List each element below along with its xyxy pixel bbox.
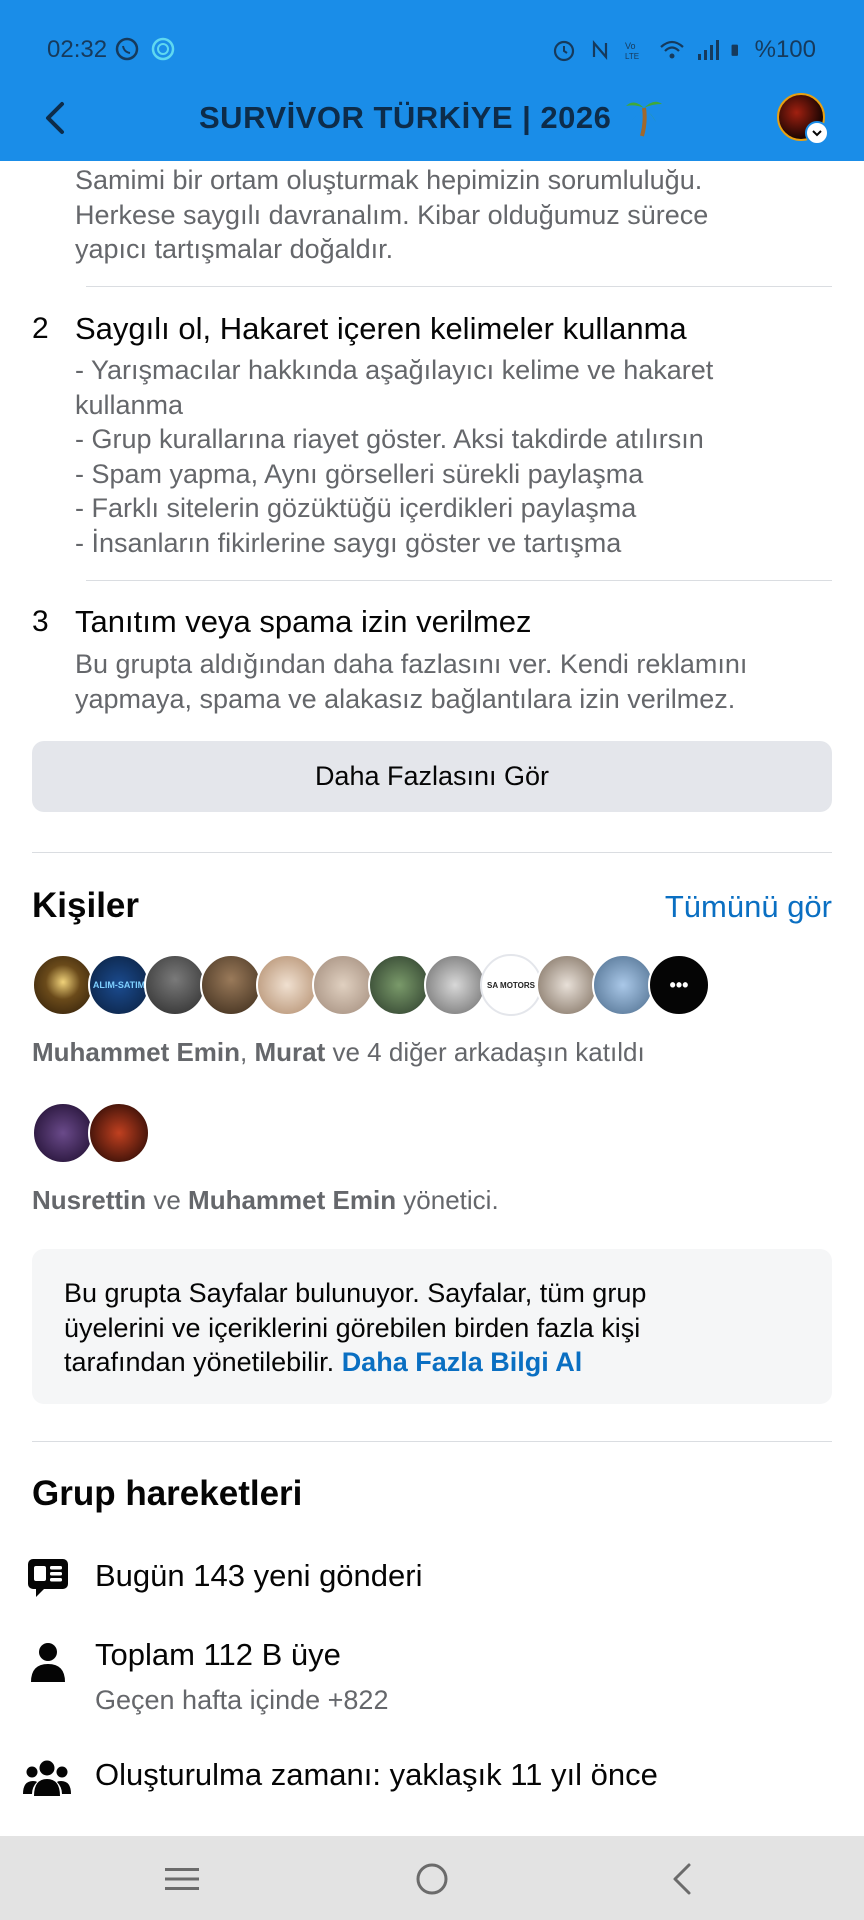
home-icon[interactable] xyxy=(411,1858,453,1900)
alarm-icon xyxy=(553,40,574,62)
members-growth-text: Geçen hafta içinde +822 xyxy=(95,1685,389,1715)
member-avatars[interactable]: ALIM-SATIM SA MOTORS ••• xyxy=(32,954,710,1016)
back-arrow-icon[interactable] xyxy=(36,98,76,138)
rule-number: 3 xyxy=(32,605,49,638)
battery-icon xyxy=(731,44,738,56)
learn-more-link[interactable]: Daha Fazla Bilgi Al xyxy=(342,1347,583,1377)
posts-icon xyxy=(28,1559,68,1597)
svg-text:LTE: LTE xyxy=(625,52,639,61)
member-avatar[interactable] xyxy=(424,954,486,1016)
system-nav-bar xyxy=(0,1836,864,1920)
group-icon xyxy=(23,1760,71,1796)
divider xyxy=(86,286,832,287)
member-avatar[interactable] xyxy=(200,954,262,1016)
admin-avatars[interactable] xyxy=(32,1102,150,1164)
posts-today-text: Bugün 143 yeni gönderi xyxy=(95,1558,423,1593)
member-avatar[interactable] xyxy=(256,954,318,1016)
app-bar: SURVİVOR TÜRKİYE | 2026 xyxy=(0,88,864,161)
member-avatar[interactable] xyxy=(536,954,598,1016)
svg-text:Vo: Vo xyxy=(625,41,636,51)
member-avatar[interactable] xyxy=(312,954,374,1016)
see-all-people-link[interactable]: Tümünü gör xyxy=(665,889,832,925)
person-icon xyxy=(31,1643,65,1682)
friends-joined-text: Muhammet Emin, Murat ve 4 diğer arkadaşı… xyxy=(32,1037,645,1067)
member-avatar[interactable]: SA MOTORS xyxy=(480,954,542,1016)
more-members-button[interactable]: ••• xyxy=(648,954,710,1016)
created-time-text: Oluşturulma zamanı: yaklaşık 11 yıl önce xyxy=(95,1757,658,1792)
back-icon[interactable] xyxy=(662,1858,704,1900)
pages-info-box: Bu grupta Sayfalar bulunuyor. Sayfalar, … xyxy=(32,1249,832,1404)
rule-number: 2 xyxy=(32,312,49,345)
whatsapp-icon xyxy=(115,37,139,61)
status-time: 02:32 xyxy=(47,36,108,63)
admins-text: Nusrettin ve Muhammet Emin yönetici. xyxy=(32,1185,499,1215)
status-bar: 02:32 Vo LTE %100 xyxy=(0,0,864,100)
nfc-icon xyxy=(592,40,607,60)
wifi-icon xyxy=(659,40,684,59)
member-avatar[interactable]: ALIM-SATIM xyxy=(88,954,150,1016)
top-bar: 02:32 Vo LTE %100 SURVİVOR TÜRKİYE | 2026 xyxy=(0,0,864,161)
divider xyxy=(32,1441,832,1442)
see-more-rules-button[interactable]: Daha Fazlasını Gör xyxy=(32,741,832,812)
pages-info-text: Bu grupta Sayfalar bulunuyor. Sayfalar, … xyxy=(64,1278,647,1377)
chevron-down-icon[interactable] xyxy=(805,121,829,145)
member-avatar[interactable] xyxy=(368,954,430,1016)
volte-icon: VoLTE xyxy=(625,41,639,61)
group-title: SURVİVOR TÜRKİYE | 2026 xyxy=(199,100,612,135)
rule-1-body: Samimi bir ortam oluşturmak hepimizin so… xyxy=(75,165,709,264)
people-section-title: Kişiler xyxy=(32,886,139,925)
divider xyxy=(86,580,832,581)
member-avatar[interactable] xyxy=(592,954,654,1016)
admin-avatar[interactable] xyxy=(88,1102,150,1164)
admin-avatar[interactable] xyxy=(32,1102,94,1164)
palm-tree-icon xyxy=(626,101,662,137)
group-activity-title: Grup hareketleri xyxy=(32,1474,303,1513)
rule-title: Saygılı ol, Hakaret içeren kelimeler kul… xyxy=(75,311,687,346)
signal-icon xyxy=(697,40,719,60)
member-avatar[interactable] xyxy=(32,954,94,1016)
sync-icon xyxy=(151,37,175,61)
rule-title: Tanıtım veya spama izin verilmez xyxy=(75,604,532,639)
divider xyxy=(32,852,832,853)
member-avatar[interactable] xyxy=(144,954,206,1016)
rule-2-body: - Yarışmacılar hakkında aşağılayıcı keli… xyxy=(75,355,714,558)
total-members-text: Toplam 112 B üye xyxy=(95,1637,341,1672)
menu-icon[interactable] xyxy=(161,1858,203,1900)
battery-level: %100 xyxy=(754,36,816,63)
rule-3-body: Bu grupta aldığından daha fazlasını ver.… xyxy=(75,649,748,714)
